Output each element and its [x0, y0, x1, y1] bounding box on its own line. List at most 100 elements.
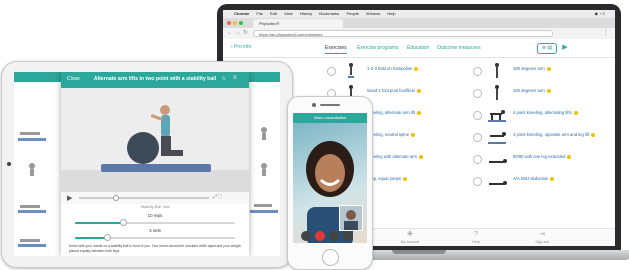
- yellow-badge-icon: [546, 66, 551, 71]
- tab-exercise-programs[interactable]: Exercise programs: [357, 45, 399, 51]
- sets-slider[interactable]: 3 sets: [75, 228, 235, 242]
- exercise-figure: [127, 105, 183, 164]
- forward-arrow-icon[interactable]: →: [235, 30, 241, 37]
- pro-info-link[interactable]: ‹ Pro info: [231, 44, 251, 50]
- mute-button[interactable]: [301, 231, 311, 241]
- phone-frame: Video consultation: [287, 96, 373, 270]
- select-radio[interactable]: [473, 111, 482, 120]
- tab-exercises[interactable]: Exercises: [325, 45, 347, 54]
- background-exercise-thumbnail: [18, 132, 46, 141]
- select-radio[interactable]: [473, 67, 482, 76]
- exercise-thumbnail: [489, 159, 507, 163]
- flip-camera-button[interactable]: [343, 231, 353, 241]
- exercise-card[interactable]: 4 point kneeling, opposite arm and leg l…: [469, 126, 615, 148]
- maximize-window-icon[interactable]: [239, 21, 243, 25]
- exercise-name[interactable]: 180 degrees turn: [513, 88, 551, 93]
- close-window-icon[interactable]: [227, 21, 231, 25]
- scrubber-handle[interactable]: [113, 195, 119, 201]
- exercise-name[interactable]: 4 point kneeling, opposite arm and leg l…: [513, 132, 596, 137]
- fullscreen-icon[interactable]: ⤢ ⛶: [213, 194, 222, 200]
- yellow-badge-icon: [546, 88, 551, 93]
- exercise-name[interactable]: stand 1 foot pool fourfliesi: [367, 88, 421, 93]
- menu-item[interactable]: People: [346, 10, 358, 18]
- tab-education[interactable]: Education: [407, 45, 429, 51]
- table-row: 1-2-3 hold on trampoline 180 degrees tur…: [323, 60, 615, 82]
- menu-item[interactable]: Chrome: [234, 10, 249, 18]
- video-scrubber[interactable]: [79, 197, 209, 199]
- yellow-badge-icon: [419, 154, 424, 159]
- exercise-name[interactable]: 90/90 with one leg extended: [513, 154, 572, 159]
- phone-speaker: [320, 104, 340, 106]
- menu-item[interactable]: History: [300, 10, 312, 18]
- select-radio[interactable]: [473, 177, 482, 186]
- select-radio[interactable]: [473, 155, 482, 164]
- menu-item[interactable]: Bookmarks: [319, 10, 339, 18]
- select-radio[interactable]: [327, 67, 336, 76]
- reps-track[interactable]: [75, 222, 235, 224]
- menubar-status-icons: ◉ ◔ ≡: [594, 11, 605, 16]
- background-exercise-thumbnail: [18, 239, 46, 247]
- background-exercise-thumbnail: [29, 163, 35, 176]
- tablet-frame: Close Alternate arm lifts in two point w…: [1, 61, 293, 268]
- list-icon[interactable]: ≡: [233, 75, 237, 81]
- exercise-thumbnail: [488, 110, 506, 122]
- exercise-card[interactable]: 1-2-3 hold on trampoline: [323, 60, 469, 82]
- select-radio[interactable]: [473, 89, 482, 98]
- yellow-badge-icon: [573, 110, 578, 115]
- exercise-card[interactable]: 180 degrees turn: [469, 82, 615, 104]
- nav-help[interactable]: ? Help: [461, 231, 491, 244]
- video-controls: ▶ ⤢ ⛶: [61, 192, 249, 204]
- yellow-badge-icon: [591, 132, 596, 137]
- home-button[interactable]: [322, 249, 339, 266]
- browser-tab[interactable]: Physiotec®: [253, 19, 343, 28]
- exercise-video[interactable]: [61, 88, 249, 192]
- camera-toggle-button[interactable]: [329, 231, 339, 241]
- menu-item[interactable]: View: [284, 10, 293, 18]
- call-title: Video consultation: [313, 115, 347, 120]
- nav-my-account[interactable]: ✚ My account: [395, 231, 425, 244]
- phone-camera: [312, 103, 316, 107]
- menu-item[interactable]: File: [256, 10, 262, 18]
- program-cart-button[interactable]: ⊕ ▤: [537, 43, 557, 54]
- sets-track[interactable]: [75, 237, 235, 239]
- address-bar[interactable]: https://au.physiotec8.com/exercises: [253, 30, 553, 37]
- reps-handle[interactable]: [119, 219, 127, 226]
- exercise-card[interactable]: 4 point kneeling, alternating lifts: [469, 104, 615, 126]
- exercise-card[interactable]: A/A SMJ abduction: [469, 170, 615, 192]
- background-exercise-thumbnail: [261, 163, 267, 176]
- menu-item[interactable]: Window: [366, 10, 380, 18]
- yellow-badge-icon: [550, 176, 555, 181]
- end-call-button[interactable]: [315, 231, 325, 241]
- exercise-card[interactable]: 90/90 with one leg extended: [469, 148, 615, 170]
- self-view-video[interactable]: [339, 205, 363, 231]
- sign-out-icon: ⇥: [539, 231, 545, 238]
- star-icon[interactable]: ☆: [221, 75, 226, 82]
- exercise-name[interactable]: A/A SMJ abduction: [513, 176, 555, 181]
- reload-icon[interactable]: ↻: [243, 30, 248, 37]
- minimize-window-icon[interactable]: [233, 21, 237, 25]
- play-icon[interactable]: ▶: [67, 194, 72, 202]
- reps-fill: [75, 222, 123, 224]
- modal-header: Close Alternate arm lifts in two point w…: [61, 72, 249, 88]
- nav-sign-out[interactable]: ⇥ Sign out: [527, 231, 557, 244]
- exercise-name[interactable]: 4 point kneeling, alternating lifts: [513, 110, 578, 115]
- help-icon: ?: [474, 231, 478, 238]
- browser-menu-icon[interactable]: ⋮: [603, 30, 609, 37]
- sets-handle[interactable]: [103, 234, 111, 241]
- exercise-card[interactable]: 180 degrees turn: [469, 60, 615, 82]
- menu-item[interactable]: Help: [387, 10, 395, 18]
- back-arrow-icon[interactable]: ←: [227, 30, 233, 37]
- tablet-screen: Close Alternate arm lifts in two point w…: [14, 72, 280, 256]
- menu-item[interactable]: Edit: [270, 10, 277, 18]
- exercise-name[interactable]: kneeling, neutral spine: [367, 132, 415, 137]
- exercise-name[interactable]: 180 degrees turn: [513, 66, 551, 71]
- exercise-name[interactable]: kneeling, alternate arm lift: [367, 110, 421, 115]
- background-exercise-thumbnail: [18, 205, 46, 213]
- reps-slider[interactable]: 10 reps: [75, 213, 235, 227]
- exercise-name[interactable]: 1-2-3 hold on trampoline: [367, 66, 419, 71]
- select-radio[interactable]: [473, 133, 482, 142]
- exercise-name[interactable]: kneeling with alternate arm: [367, 154, 424, 159]
- tab-outcome-measures[interactable]: Outcome measures: [437, 45, 481, 51]
- video-call-icon[interactable]: ▶: [559, 43, 571, 52]
- sets-label: 3 sets: [149, 228, 161, 233]
